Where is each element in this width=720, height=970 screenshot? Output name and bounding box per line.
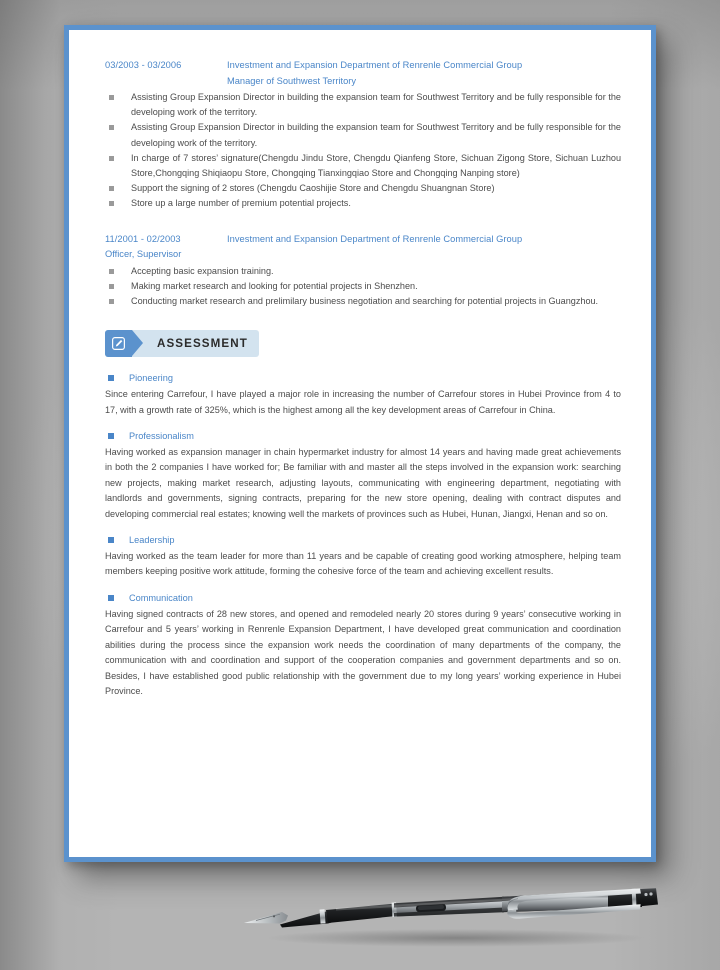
assessment-item-body: Having worked as expansion manager in ch… xyxy=(105,447,621,519)
square-bullet-icon xyxy=(109,125,114,131)
experience-organization: Investment and Expansion Department of R… xyxy=(227,233,523,244)
square-bullet-icon xyxy=(109,155,114,161)
list-item: Support the signing of 2 stores (Chengdu… xyxy=(105,181,621,196)
assessment-item-list: Pioneering Since entering Carrefour, I h… xyxy=(105,370,621,699)
list-item-text: Conducting market research and prelimila… xyxy=(131,296,599,307)
experience-bullet-list: Accepting basic expansion training. Maki… xyxy=(105,264,621,310)
list-item: Accepting basic expansion training. xyxy=(105,264,621,279)
list-item: Making market research and looking for p… xyxy=(105,279,621,294)
square-bullet-icon xyxy=(109,201,114,207)
assessment-item-title-text: Communication xyxy=(129,592,193,603)
resume-page: 03/2003 - 03/2006 Investment and Expansi… xyxy=(64,25,656,862)
experience-job-title: Officer, Supervisor xyxy=(105,249,182,260)
pencil-edit-icon xyxy=(105,330,132,358)
experience-entry: 11/2001 - 02/2003 Investment and Expansi… xyxy=(105,232,621,310)
list-item-text: Store up a large number of premium poten… xyxy=(131,198,351,209)
ribbon-arrow-icon xyxy=(132,330,143,357)
experience-header: 03/2003 - 03/2006 Investment and Expansi… xyxy=(105,58,621,74)
experience-header: 11/2001 - 02/2003 Investment and Expansi… xyxy=(105,232,621,248)
square-bullet-icon xyxy=(109,186,114,192)
square-bullet-icon xyxy=(108,375,114,382)
experience-entry: 03/2003 - 03/2006 Investment and Expansi… xyxy=(105,58,621,212)
experience-dates: 03/2003 - 03/2006 xyxy=(105,60,182,70)
square-bullet-icon xyxy=(109,283,114,289)
assessment-item: Pioneering Since entering Carrefour, I h… xyxy=(105,370,621,418)
section-title: ASSESSMENT xyxy=(157,337,248,351)
experience-job-title: Manager of Southwest Territory xyxy=(227,75,357,86)
list-item-text: Accepting basic expansion training. xyxy=(131,265,274,276)
list-item: Assisting Group Expansion Director in bu… xyxy=(105,120,621,150)
assessment-item-title: Pioneering xyxy=(105,370,621,386)
assessment-item: Professionalism Having worked as expansi… xyxy=(105,428,621,522)
square-bullet-icon xyxy=(109,299,114,305)
assessment-item-title: Communication xyxy=(105,590,621,606)
assessment-item-body: Having worked as the team leader for mor… xyxy=(105,551,621,577)
assessment-item-title-text: Professionalism xyxy=(129,431,194,442)
list-item: Assisting Group Expansion Director in bu… xyxy=(105,90,621,120)
list-item-text: Assisting Group Expansion Director in bu… xyxy=(131,92,621,118)
list-item-text: In charge of 7 stores’ signature(Chengdu… xyxy=(131,152,621,179)
assessment-section-header: ASSESSMENT xyxy=(105,330,270,358)
list-item: Conducting market research and prelimila… xyxy=(105,294,621,309)
assessment-item-title: Leadership xyxy=(105,532,621,548)
square-bullet-icon xyxy=(109,268,114,274)
assessment-item-title-text: Leadership xyxy=(129,535,175,546)
list-item-text: Support the signing of 2 stores (Chengdu… xyxy=(131,183,495,194)
list-item: Store up a large number of premium poten… xyxy=(105,196,621,211)
assessment-item-body: Since entering Carrefour, I have played … xyxy=(105,389,621,415)
list-item: In charge of 7 stores’ signature(Chengdu… xyxy=(105,151,621,181)
assessment-item-body: Having signed contracts of 28 new stores… xyxy=(105,608,621,696)
list-item-text: Assisting Group Expansion Director in bu… xyxy=(131,122,621,148)
assessment-item: Leadership Having worked as the team lea… xyxy=(105,532,621,580)
experience-bullet-list: Assisting Group Expansion Director in bu… xyxy=(105,90,621,212)
experience-dates: 11/2001 - 02/2003 xyxy=(105,233,181,244)
square-bullet-icon xyxy=(109,95,114,100)
list-item-text: Making market research and looking for p… xyxy=(131,280,418,291)
square-bullet-icon xyxy=(108,433,114,440)
square-bullet-icon xyxy=(108,537,114,544)
assessment-item: Communication Having signed contracts of… xyxy=(105,590,621,699)
assessment-item-title: Professionalism xyxy=(105,428,621,444)
experience-organization: Investment and Expansion Department of R… xyxy=(227,60,523,70)
page-content: 03/2003 - 03/2006 Investment and Expansi… xyxy=(69,30,651,857)
square-bullet-icon xyxy=(108,594,114,601)
assessment-item-title-text: Pioneering xyxy=(129,373,173,384)
